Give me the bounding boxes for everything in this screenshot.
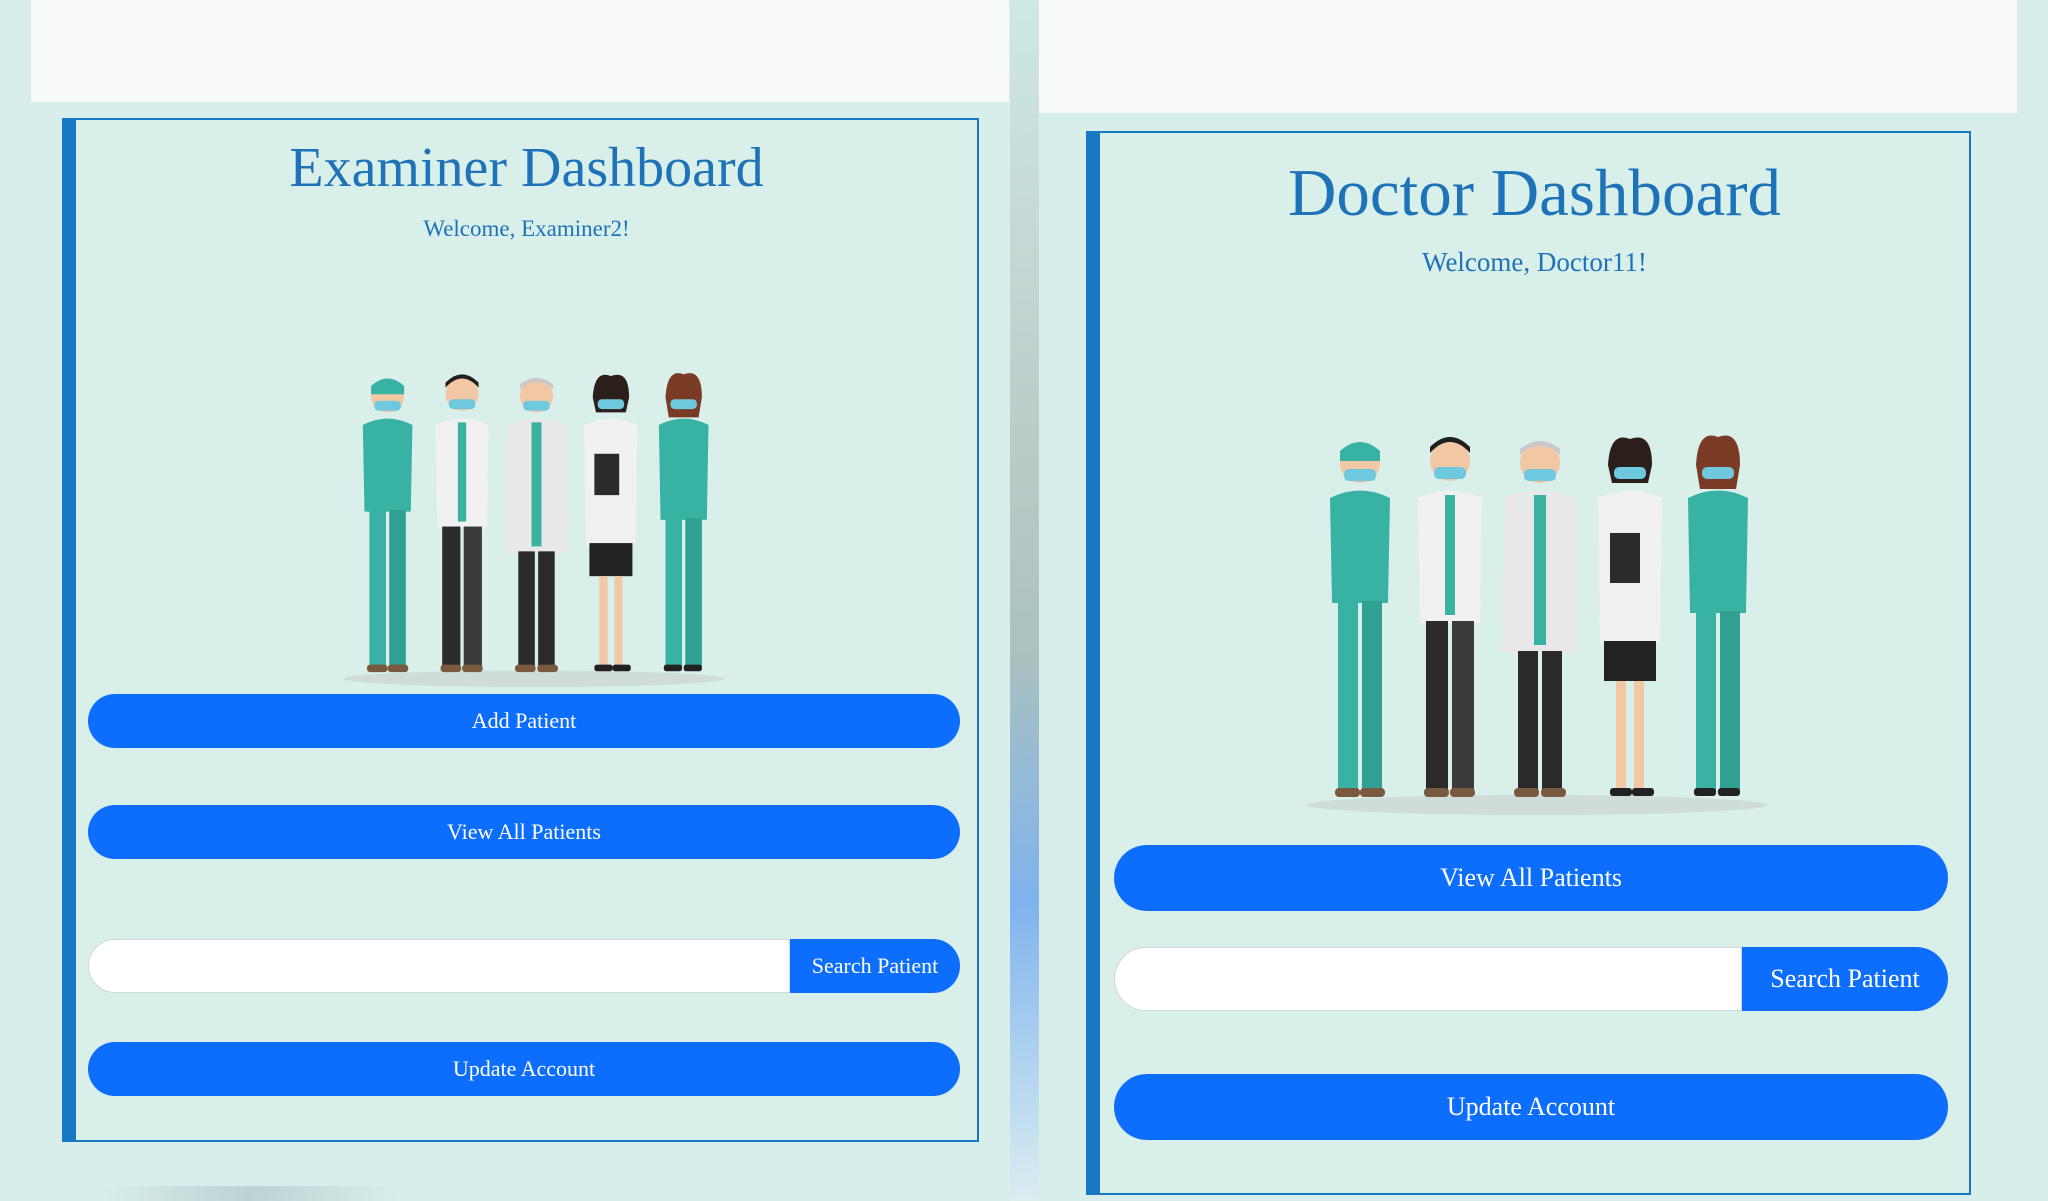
search-patient-group: Search Patient bbox=[1114, 947, 1948, 1011]
view-all-patients-button[interactable]: View All Patients bbox=[88, 805, 960, 859]
staff-group-icon bbox=[343, 373, 725, 687]
welcome-message: Welcome, Doctor11! bbox=[1422, 247, 1647, 277]
window-divider bbox=[1010, 0, 1039, 1201]
top-bar-right bbox=[1039, 0, 2017, 113]
search-patient-input[interactable] bbox=[88, 939, 790, 993]
medical-staff-illustration bbox=[343, 373, 725, 687]
search-patient-input[interactable] bbox=[1114, 947, 1742, 1011]
search-patient-button[interactable]: Search Patient bbox=[790, 939, 960, 993]
top-bar-left bbox=[31, 0, 1009, 102]
search-patient-button[interactable]: Search Patient bbox=[1742, 947, 1948, 1011]
medical-staff-illustration bbox=[1307, 435, 1767, 815]
examiner-dashboard-panel: Examiner Dashboard Welcome, Examiner2! A… bbox=[62, 118, 979, 1142]
doctor-dashboard-panel: Doctor Dashboard Welcome, Doctor11! View… bbox=[1086, 131, 1971, 1195]
view-all-patients-button[interactable]: View All Patients bbox=[1114, 845, 1948, 911]
bottom-shade bbox=[100, 1186, 400, 1201]
add-patient-button[interactable]: Add Patient bbox=[88, 694, 960, 748]
search-patient-group: Search Patient bbox=[88, 939, 960, 993]
page-title: Doctor Dashboard bbox=[1287, 156, 1782, 230]
welcome-message: Welcome, Examiner2! bbox=[423, 216, 630, 241]
update-account-button[interactable]: Update Account bbox=[1114, 1074, 1948, 1140]
page-title: Examiner Dashboard bbox=[289, 137, 764, 199]
update-account-button[interactable]: Update Account bbox=[88, 1042, 960, 1096]
staff-group-icon bbox=[1307, 435, 1767, 815]
